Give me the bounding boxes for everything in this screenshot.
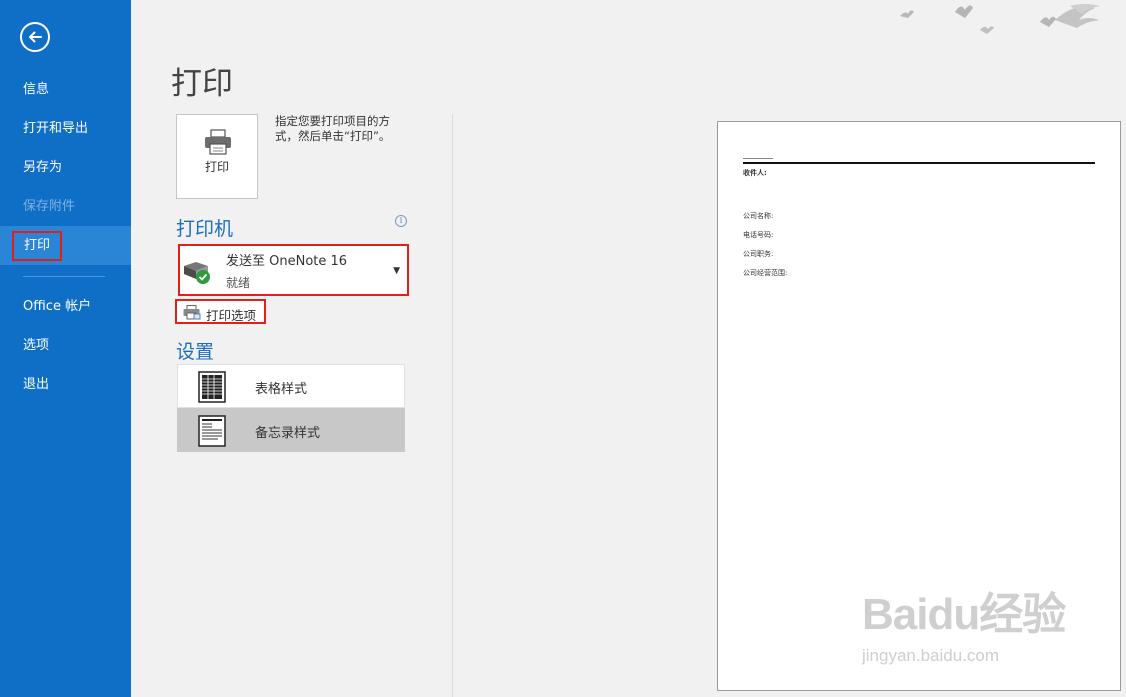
baidu-watermark: Baidu经验 jingyan.baidu.com (862, 578, 1066, 665)
print-description: 指定您要打印项目的方式，然后单击“打印”。 (275, 114, 391, 143)
panel-divider (452, 114, 453, 697)
info-icon[interactable]: i (395, 215, 407, 227)
nav-item-print[interactable]: 打印 (0, 226, 131, 265)
preview-header-mark (743, 158, 773, 159)
nav-item-office-account[interactable]: Office 帐户 (0, 287, 131, 326)
print-button-label: 打印 (204, 160, 229, 174)
nav-item-save-as[interactable]: 另存为 (0, 148, 131, 187)
table-style-icon (198, 371, 226, 403)
printer-dropdown[interactable]: 发送至 OneNote 16 就绪 ▼ (178, 244, 409, 296)
printer-name: 发送至 OneNote 16 (226, 254, 348, 269)
preview-field-title: 公司职务: (743, 250, 774, 258)
onenote-printer-icon (184, 262, 210, 284)
settings-section-title: 设置 (176, 341, 215, 363)
decorative-birds-graphic (900, 4, 1100, 34)
memo-style-label: 备忘录样式 (255, 426, 321, 441)
nav-item-exit[interactable]: 退出 (0, 365, 131, 404)
nav-divider (23, 276, 105, 277)
print-options-icon (183, 305, 201, 320)
back-arrow-icon[interactable] (20, 22, 50, 52)
preview-field-company: 公司名称: (743, 212, 774, 220)
preview-rule (743, 162, 1095, 164)
watermark-url: jingyan.baidu.com (862, 646, 1000, 665)
printer-section-title: 打印机 (176, 218, 234, 240)
print-options-label: 打印选项 (206, 308, 257, 323)
nav-item-open-export[interactable]: 打开和导出 (0, 109, 131, 148)
memo-style-option[interactable]: 备忘录样式 (177, 408, 405, 452)
memo-style-icon (198, 415, 226, 447)
preview-field-recipient: 收件人: (743, 169, 767, 177)
preview-field-phone: 电话号码: (743, 231, 774, 239)
printer-status: 就绪 (226, 276, 251, 290)
printer-icon (205, 129, 231, 155)
watermark-text: Baidu经验 (862, 590, 1066, 639)
dropdown-arrow-icon: ▼ (393, 266, 400, 276)
nav-item-save-attachments: 保存附件 (23, 199, 76, 214)
nav-item-info[interactable]: 信息 (0, 70, 131, 109)
print-options-button[interactable]: 打印选项 (175, 299, 266, 324)
nav-item-options[interactable]: 选项 (0, 326, 131, 365)
table-style-option[interactable]: 表格样式 (177, 364, 405, 408)
preview-field-scope: 公司经营范围: (743, 269, 788, 277)
page-title: 打印 (171, 66, 233, 102)
backstage-nav: 信息 打开和导出 另存为 保存附件 打印 Office 帐户 选项 退出 (0, 0, 131, 697)
print-button[interactable]: 打印 (176, 114, 258, 199)
table-style-label: 表格样式 (255, 382, 308, 397)
